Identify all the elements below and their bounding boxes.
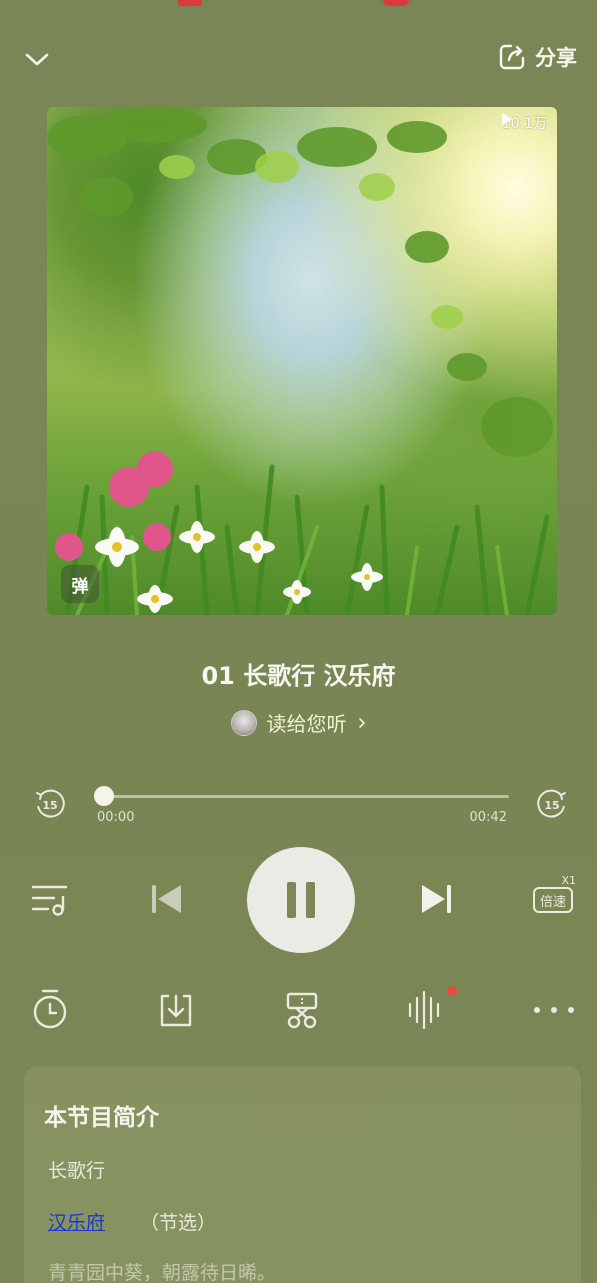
danmu-button[interactable]: 弹 (61, 565, 99, 603)
equalizer-icon (408, 990, 440, 1030)
chevron-down-icon (25, 53, 49, 66)
rewind-15-icon: 15 (36, 789, 65, 818)
next-button[interactable] (418, 881, 454, 917)
clip-button[interactable] (282, 990, 322, 1030)
pause-icon (287, 882, 315, 918)
album-cover[interactable]: 10.1万 弹 (47, 107, 557, 615)
progress-thumb[interactable] (94, 786, 114, 806)
episode-intro-card: 本节目简介 长歌行 汉乐府 （节选） 青青园中葵，朝露待日晞。 (24, 1066, 581, 1283)
intro-author-link[interactable]: 汉乐府 (48, 1208, 105, 1235)
total-time: 00:42 (469, 810, 507, 825)
playlist-button[interactable] (30, 881, 70, 917)
more-icon (551, 1007, 557, 1013)
avatar (230, 709, 257, 736)
intro-note: （节选） (140, 1212, 217, 1234)
sleep-timer-button[interactable] (30, 988, 70, 1030)
chevron-right-icon (358, 717, 365, 728)
speed-multiplier: X1 (561, 874, 576, 887)
new-badge-dot (447, 986, 457, 996)
track-title: 01 长歌行 汉乐府 (201, 662, 396, 690)
skip-forward-15-button[interactable]: 15 (534, 786, 570, 822)
intro-verse-line: 青青园中葵，朝露待日晞。 (48, 1262, 277, 1283)
more-button[interactable] (534, 998, 574, 1022)
skip-forward-label: 15 (544, 799, 559, 812)
collapse-button[interactable] (22, 44, 52, 74)
author-name: 读给您听 (266, 712, 347, 736)
speed-label: 倍速 (533, 887, 573, 913)
playlist-icon (31, 885, 68, 916)
skip-back-label: 15 (42, 799, 57, 812)
status-indicator (383, 0, 409, 6)
pause-button[interactable] (247, 847, 355, 953)
share-label: 分享 (535, 46, 577, 70)
status-bar (0, 0, 597, 10)
download-button[interactable] (156, 990, 196, 1030)
intro-heading: 本节目简介 (44, 1105, 159, 1131)
skip-next-icon (422, 885, 451, 913)
share-icon (499, 44, 525, 70)
more-icon (568, 1007, 574, 1013)
player-screen: 分享 10.1万 弹 01 长歌行 汉乐府 读给您听 15 00:00 00:4… (0, 0, 597, 1283)
danmu-icon: 弹 (71, 576, 89, 597)
timer-icon (33, 989, 67, 1029)
skip-back-15-button[interactable]: 15 (32, 786, 68, 822)
progress-track[interactable] (103, 795, 509, 798)
author-link[interactable]: 读给您听 (0, 708, 597, 737)
skip-previous-icon (152, 885, 181, 913)
current-time: 00:00 (97, 810, 135, 825)
play-icon (501, 113, 512, 125)
play-count: 10.1万 (501, 113, 547, 133)
previous-button[interactable] (149, 881, 185, 917)
intro-title-line: 长歌行 (48, 1160, 106, 1182)
scissors-clip-icon (286, 992, 318, 1029)
more-icon (534, 1007, 540, 1013)
forward-15-icon: 15 (537, 789, 566, 818)
status-indicator (178, 0, 202, 6)
cover-artwork (47, 107, 553, 615)
download-icon (160, 994, 192, 1027)
sound-effect-button[interactable] (405, 986, 457, 1030)
speed-button[interactable]: X1 倍速 (528, 874, 578, 918)
share-button[interactable]: 分享 (497, 40, 577, 74)
